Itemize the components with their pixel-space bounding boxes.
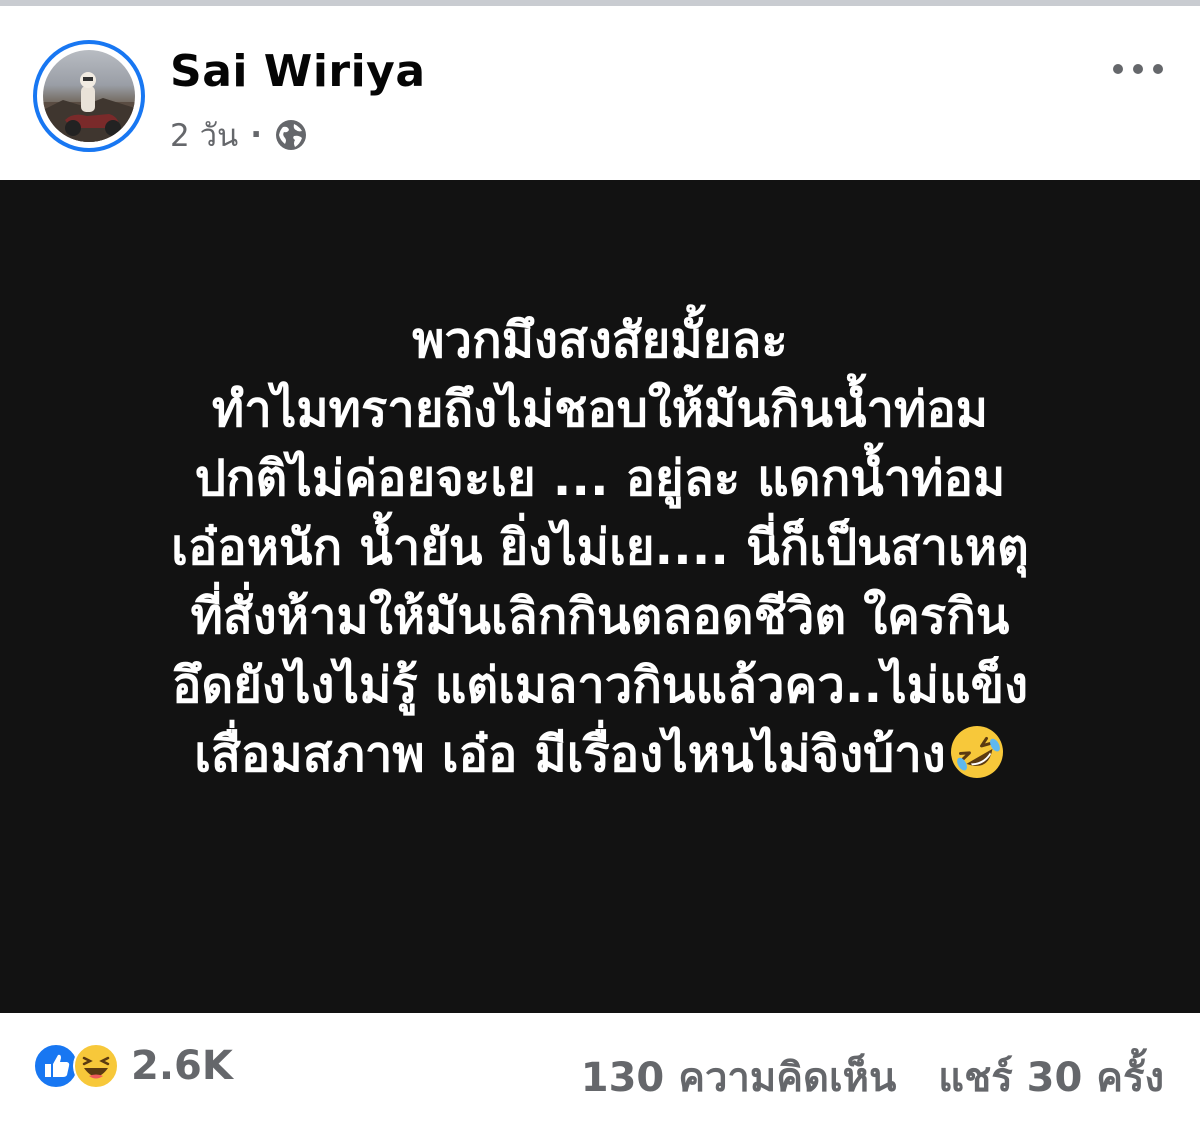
more-options-icon[interactable] xyxy=(1113,58,1163,80)
post-line-last: เสื่อมสภาพ เอ๋อ มีเรื่องไหนไม่จิงบ้าง xyxy=(60,720,1140,789)
author-name[interactable]: Sai Wiriya xyxy=(170,46,426,97)
avatar[interactable] xyxy=(33,40,145,152)
rofl-emoji xyxy=(950,726,1003,778)
avatar-photo xyxy=(43,50,135,142)
post-line: พวกมึงสงสัยมั้ยละ xyxy=(412,312,788,369)
meta-separator: · xyxy=(250,117,262,153)
post-meta: 2 วัน · xyxy=(170,110,308,160)
shares-count[interactable]: แชร์ 30 ครั้ง xyxy=(938,1055,1164,1101)
globe-icon[interactable] xyxy=(274,118,308,152)
post-time[interactable]: 2 วัน xyxy=(170,110,238,160)
post-footer: 2.6K 130 ความคิดเห็น แชร์ 30 ครั้ง xyxy=(0,1013,1200,1125)
haha-icon xyxy=(73,1043,119,1089)
post-line: อึดยังไงไม่รู้ แต่เมลาวกินแล้วคว..ไม่แข็… xyxy=(171,657,1029,714)
post-text: พวกมึงสงสัยมั้ยละ ทำไมทรายถึงไม่ชอบให้มั… xyxy=(60,306,1140,789)
post-line: ปกติไม่ค่อยจะเย ... อยู่ละ แดกน้ำท่อม xyxy=(194,450,1006,507)
post-stats: 130 ความคิดเห็น แชร์ 30 ครั้ง xyxy=(581,1045,1164,1109)
post-line: ทำไมทรายถึงไม่ชอบให้มันกินน้ำท่อม xyxy=(211,381,989,438)
post-line: ที่สั่งห้ามให้มันเลิกกินตลอดชีวิต ใครกิน xyxy=(190,588,1010,645)
comments-count[interactable]: 130 ความคิดเห็น xyxy=(581,1055,897,1101)
reaction-count: 2.6K xyxy=(131,1043,233,1089)
post-line: เอ๋อหนัก น้ำยัน ยิ่งไม่เย.... นี่ก็เป็นส… xyxy=(171,519,1029,576)
post-header: Sai Wiriya 2 วัน · xyxy=(0,6,1200,180)
reactions-summary[interactable]: 2.6K xyxy=(33,1043,233,1089)
